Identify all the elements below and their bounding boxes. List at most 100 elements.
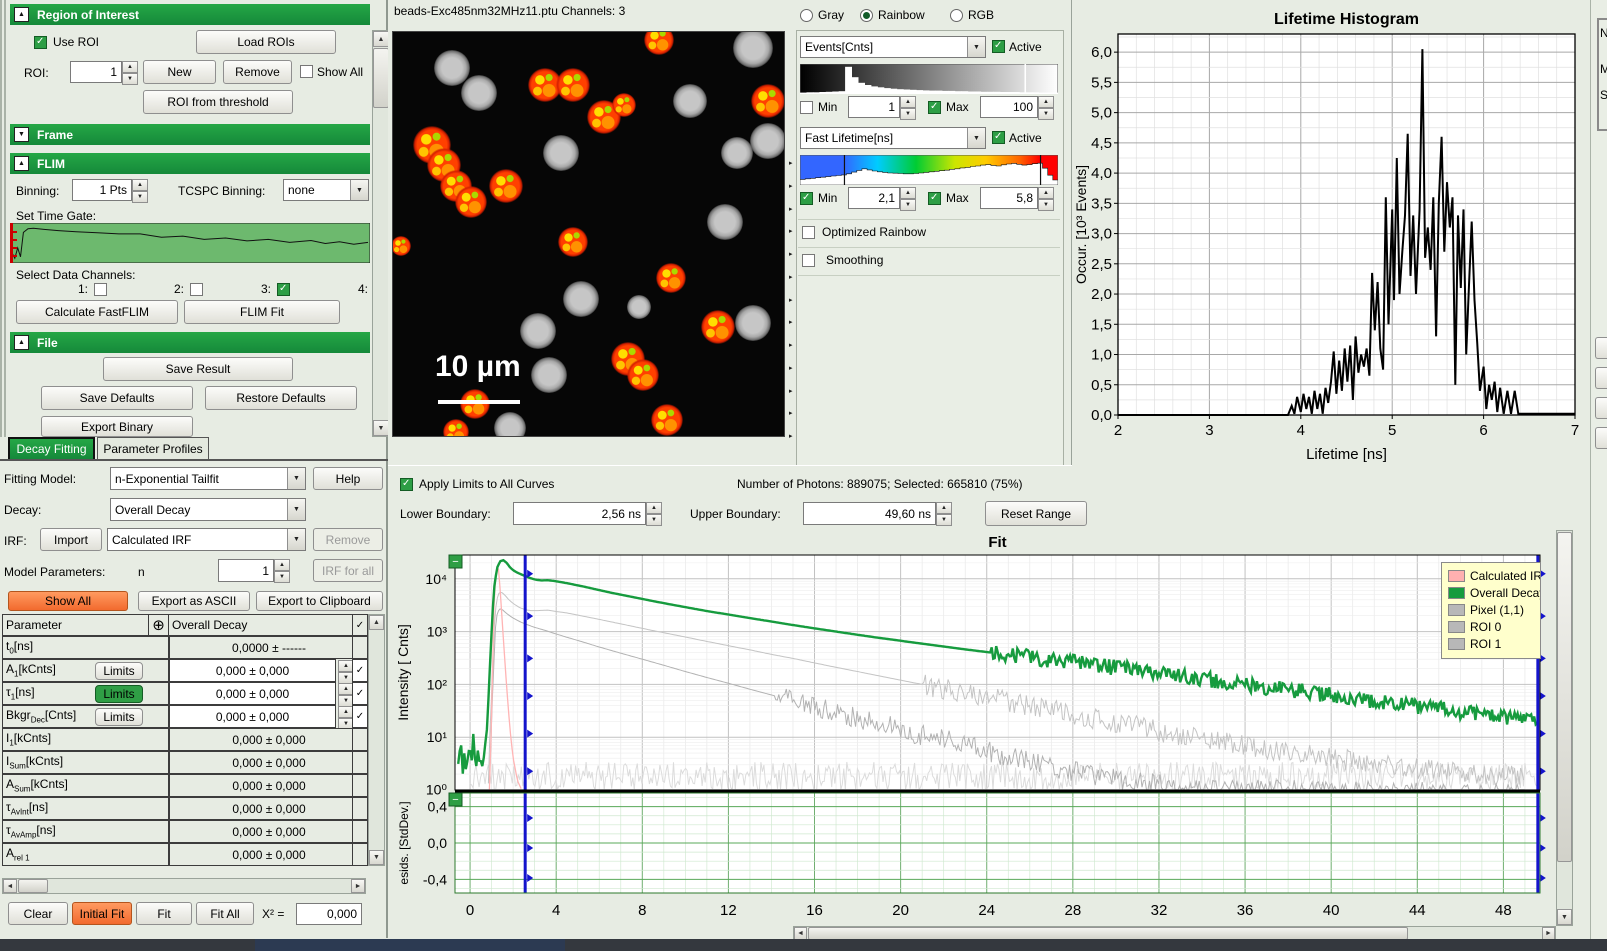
globe-icon[interactable]: ⊕ <box>148 614 169 636</box>
intensity-max-checkbox[interactable] <box>928 101 941 114</box>
collapse-down-icon[interactable]: ▼ <box>14 127 29 142</box>
intensity-min-checkbox[interactable] <box>800 101 813 114</box>
fit-button[interactable]: Fit <box>136 902 192 925</box>
intensity-channel-dropdown[interactable]: Events[Cnts]▼ <box>800 36 986 58</box>
restore-defaults-button[interactable]: Restore Defaults <box>205 386 357 410</box>
tab-parameter-profiles[interactable]: Parameter Profiles <box>97 437 209 459</box>
roi-number-field[interactable]: 1 <box>70 61 122 83</box>
scrollbar-thumb[interactable] <box>373 48 389 108</box>
mode-radio-rgb[interactable] <box>950 9 963 22</box>
lifetime-active-checkbox[interactable] <box>992 131 1005 144</box>
use-roi-checkbox[interactable] <box>34 36 47 49</box>
table-header-decay[interactable]: Overall Decay <box>168 614 353 636</box>
roi-number-spinner[interactable]: ▲▼ <box>122 61 138 83</box>
lifetime-max-field[interactable]: 5,8 <box>980 187 1038 209</box>
cut-button[interactable] <box>1595 397 1607 419</box>
n-field[interactable]: 1 <box>218 559 274 582</box>
lower-boundary-field[interactable]: 2,56 ns <box>513 502 646 525</box>
upper-boundary-spinner[interactable]: ▲▼ <box>936 502 952 525</box>
param-fix-check[interactable]: ✓ <box>352 659 368 682</box>
intensity-min-spinner[interactable]: ▲▼ <box>900 96 916 118</box>
scroll-down-icon[interactable]: ▼ <box>369 850 384 865</box>
scrollbar-thumb[interactable] <box>1557 532 1572 862</box>
scrollbar-thumb[interactable] <box>18 879 48 893</box>
chevron-down-icon[interactable]: ▼ <box>967 37 985 57</box>
param-fix-check[interactable]: ✓ <box>352 705 368 728</box>
param-value-cell[interactable]: 0,000 ± 0,000 <box>169 682 336 705</box>
table-header-parameter[interactable]: Parameter <box>2 614 149 636</box>
time-gate-chart[interactable] <box>10 223 370 263</box>
flim-image[interactable]: 10 µm <box>392 31 785 437</box>
param-value-cell[interactable]: 0,000 ± 0,000 <box>169 705 336 728</box>
scroll-down-icon[interactable]: ▼ <box>373 420 389 436</box>
tab-decay-fitting[interactable]: Decay Fitting <box>8 437 95 459</box>
chevron-down-icon[interactable]: ▼ <box>287 529 305 550</box>
param-value-cell[interactable]: 0,000 ± 0,000 <box>169 659 336 682</box>
roi-from-threshold-button[interactable]: ROI from threshold <box>143 90 293 114</box>
lifetime-min-checkbox[interactable] <box>800 192 813 205</box>
binning-spinner[interactable]: ▲▼ <box>132 179 148 201</box>
export-binary-button[interactable]: Export Binary <box>41 416 193 437</box>
scroll-down-icon[interactable]: ▼ <box>1557 909 1572 925</box>
irf-remove-button[interactable]: Remove <box>313 528 383 551</box>
irf-for-all-button[interactable]: IRF for all <box>313 559 383 582</box>
scroll-up-icon[interactable]: ▲ <box>373 31 389 47</box>
upper-boundary-field[interactable]: 49,60 ns <box>803 502 936 525</box>
collapse-up-icon[interactable]: ▲ <box>14 156 29 171</box>
fit-vscrollbar[interactable]: ▼ <box>1556 530 1573 926</box>
binning-field[interactable]: 1 Pts <box>72 179 132 201</box>
chevron-down-icon[interactable]: ▼ <box>287 468 305 489</box>
smoothing-checkbox[interactable] <box>802 254 815 267</box>
intensity-histogram-bar[interactable] <box>800 64 1058 94</box>
mode-radio-rainbow[interactable] <box>860 9 873 22</box>
export-ascii-button[interactable]: Export as ASCII <box>138 591 250 611</box>
channel-3-checkbox[interactable] <box>277 283 290 296</box>
tcspc-binning-dropdown[interactable]: none▼ <box>283 179 369 201</box>
initial-fit-button[interactable]: Initial Fit <box>72 902 132 925</box>
intensity-max-spinner[interactable]: ▲▼ <box>1038 96 1054 118</box>
export-clipboard-button[interactable]: Export to Clipboard <box>256 591 383 611</box>
save-defaults-button[interactable]: Save Defaults <box>41 386 193 410</box>
irf-import-button[interactable]: Import <box>40 528 102 551</box>
remove-roi-button[interactable]: Remove <box>223 60 292 84</box>
section-header-roi[interactable]: ▲Region of Interest <box>10 4 370 25</box>
section-header-flim[interactable]: ▲FLIM <box>10 153 370 174</box>
calculate-fastflim-button[interactable]: Calculate FastFLIM <box>16 300 178 324</box>
show-all-button[interactable]: Show All <box>8 591 128 611</box>
fit-all-button[interactable]: Fit All <box>196 902 254 925</box>
fit-chart[interactable]: −−10⁰10¹10²10³10⁴04812162024283236404448… <box>388 530 1573 938</box>
apply-limits-checkbox[interactable] <box>400 478 413 491</box>
scroll-left-icon[interactable]: ◄ <box>3 879 17 893</box>
help-button[interactable]: Help <box>313 467 383 490</box>
save-result-button[interactable]: Save Result <box>103 357 293 381</box>
decay-dropdown[interactable]: Overall Decay▼ <box>110 498 306 521</box>
channel-2-checkbox[interactable] <box>190 283 203 296</box>
flim-fit-button[interactable]: FLIM Fit <box>184 300 340 324</box>
param-fix-check[interactable]: ✓ <box>352 682 368 705</box>
new-roi-button[interactable]: New <box>143 60 216 84</box>
limits-button[interactable]: Limits <box>95 662 143 680</box>
scroll-up-icon[interactable]: ▲ <box>369 615 384 630</box>
scroll-right-icon[interactable]: ► <box>351 879 365 893</box>
limits-button[interactable]: Limits <box>95 685 143 703</box>
intensity-min-field[interactable]: 1 <box>848 96 900 118</box>
chevron-down-icon[interactable]: ▼ <box>967 128 985 148</box>
section-header-frame[interactable]: ▼Frame <box>10 124 370 145</box>
table-hscrollbar[interactable]: ◄ ► <box>2 878 366 894</box>
lifetime-min-spinner[interactable]: ▲▼ <box>900 187 916 209</box>
channel-1-checkbox[interactable] <box>94 283 107 296</box>
fitting-model-dropdown[interactable]: n-Exponential Tailfit▼ <box>110 467 306 490</box>
clear-button[interactable]: Clear <box>8 902 68 925</box>
lifetime-channel-dropdown[interactable]: Fast Lifetime[ns]▼ <box>800 127 986 149</box>
section-header-file[interactable]: ▲File <box>10 332 370 353</box>
n-spinner[interactable]: ▲▼ <box>274 559 290 582</box>
lower-boundary-spinner[interactable]: ▲▼ <box>646 502 662 525</box>
chevron-down-icon[interactable]: ▼ <box>350 180 368 200</box>
optimized-rainbow-checkbox[interactable] <box>802 226 815 239</box>
limits-button[interactable]: Limits <box>95 708 143 726</box>
chevron-down-icon[interactable]: ▼ <box>287 499 305 520</box>
table-header-check[interactable]: ✓ <box>352 614 368 636</box>
lifetime-histogram-chart[interactable]: 0,00,51,01,52,02,53,03,54,04,55,05,56,02… <box>1072 0 1590 470</box>
irf-dropdown[interactable]: Calculated IRF▼ <box>107 528 306 551</box>
reset-range-button[interactable]: Reset Range <box>985 501 1087 526</box>
